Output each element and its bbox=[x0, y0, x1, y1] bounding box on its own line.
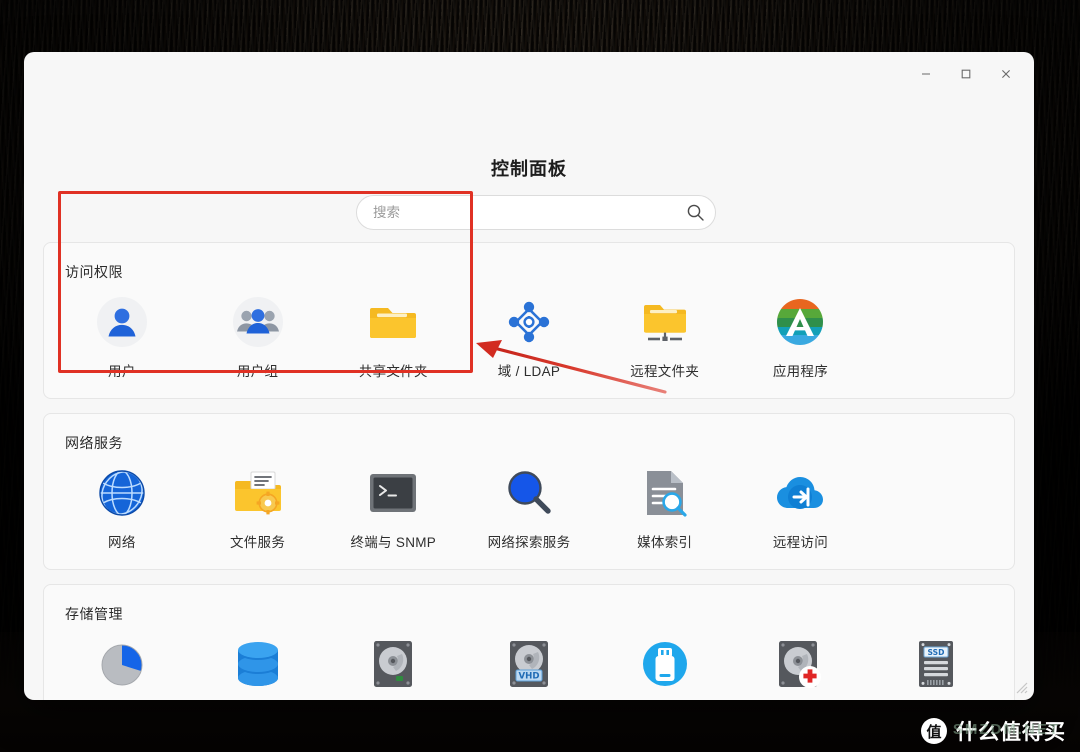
tile-volume[interactable]: 卷 bbox=[54, 631, 190, 700]
tile-hyper-cache[interactable]: SSD bbox=[868, 631, 1004, 700]
close-icon[interactable] bbox=[986, 59, 1026, 89]
tile-label: 用户 bbox=[108, 364, 136, 379]
search-bar[interactable] bbox=[356, 195, 716, 230]
tile-user-groups[interactable]: 用户组 bbox=[190, 289, 326, 382]
tile-label: 应用程序 bbox=[772, 364, 829, 379]
media-index-icon bbox=[636, 464, 694, 522]
tile-label: 终端与 SNMP bbox=[350, 535, 437, 550]
section-access-permissions: 访问权限 用户 用户组 共享文件夹 域 / LDAP 远程文件夹 应用程序 bbox=[43, 242, 1015, 399]
page-title: 控制面板 bbox=[491, 159, 567, 179]
watermark-sub: SMZDM.NET bbox=[952, 721, 1060, 738]
tile-hot-spare[interactable]: 热备盘 bbox=[733, 631, 869, 700]
network-discovery-icon bbox=[500, 464, 558, 522]
section-storage-management: 存储管理 卷 bbox=[43, 584, 1015, 700]
file-service-icon bbox=[229, 464, 287, 522]
volume-pie-icon bbox=[93, 635, 151, 693]
remote-access-cloud-icon bbox=[771, 464, 829, 522]
tile-network[interactable]: 网络 bbox=[54, 460, 190, 553]
window-controls bbox=[906, 52, 1026, 96]
tile-label: 文件服务 bbox=[229, 535, 286, 550]
section-grid: 卷 存储池 bbox=[44, 585, 1014, 700]
svg-text:SSD: SSD bbox=[928, 648, 945, 657]
search-input[interactable] bbox=[357, 196, 675, 229]
watermark-badge: 值 bbox=[921, 718, 947, 744]
section-network-services: 网络服务 网络 文件服务 终端与 SNMP 网络探索服务 媒体索引 远程访问 bbox=[43, 413, 1015, 570]
tile-empty-slot bbox=[868, 460, 1004, 553]
shared-folder-icon bbox=[364, 293, 422, 351]
control-panel-window: 控制面板 访问权限 bbox=[24, 52, 1034, 700]
tile-remote-folder[interactable]: 远程文件夹 bbox=[597, 289, 733, 382]
tile-domain-ldap[interactable]: 域 / LDAP bbox=[461, 289, 597, 382]
application-icon bbox=[771, 293, 829, 351]
storage-pool-icon bbox=[229, 635, 287, 693]
tile-label: 网络 bbox=[108, 535, 136, 550]
tile-shared-folder[interactable]: 共享文件夹 bbox=[325, 289, 461, 382]
disk-icon bbox=[364, 635, 422, 693]
tile-label: 媒体索引 bbox=[637, 535, 693, 550]
svg-text:VHD: VHD bbox=[518, 672, 539, 682]
user-group-icon bbox=[229, 293, 287, 351]
tile-disk[interactable]: 磁盘 bbox=[325, 631, 461, 700]
tile-file-services[interactable]: 文件服务 bbox=[190, 460, 326, 553]
usb-device-icon bbox=[636, 635, 694, 693]
domain-ldap-icon bbox=[500, 293, 558, 351]
section-grid: 用户 用户组 共享文件夹 域 / LDAP 远程文件夹 应用程序 bbox=[44, 243, 1014, 398]
vhd-icon: VHD bbox=[500, 635, 558, 693]
minimize-icon[interactable] bbox=[906, 59, 946, 89]
tile-remote-access[interactable]: 远程访问 bbox=[733, 460, 869, 553]
tile-storage-pool[interactable]: 存储池 bbox=[190, 631, 326, 700]
tile-label: 域 / LDAP bbox=[497, 364, 561, 379]
tile-label: 远程文件夹 bbox=[630, 364, 700, 379]
search-icon[interactable] bbox=[675, 196, 715, 229]
section-title: 访问权限 bbox=[65, 264, 123, 280]
tile-usb-device[interactable]: USB 设备 bbox=[597, 631, 733, 700]
resize-grip[interactable] bbox=[1012, 678, 1028, 694]
tile-label: 网络探索服务 bbox=[487, 535, 571, 550]
tile-empty-slot bbox=[868, 289, 1004, 382]
tile-applications[interactable]: 应用程序 bbox=[733, 289, 869, 382]
tile-label: 用户组 bbox=[236, 364, 279, 379]
sections-container: 访问权限 用户 用户组 共享文件夹 域 / LDAP 远程文件夹 应用程序 网络… bbox=[24, 242, 1034, 700]
tile-users[interactable]: 用户 bbox=[54, 289, 190, 382]
remote-folder-icon bbox=[636, 293, 694, 351]
ssd-cache-icon: SSD bbox=[907, 635, 965, 693]
tile-label: 远程访问 bbox=[772, 535, 829, 550]
user-icon bbox=[93, 293, 151, 351]
tile-virtual-disk[interactable]: VHD 虚拟磁盘 bbox=[461, 631, 597, 700]
hot-spare-icon bbox=[771, 635, 829, 693]
tile-terminal-snmp[interactable]: 终端与 SNMP bbox=[325, 460, 461, 553]
tile-label: 共享文件夹 bbox=[358, 364, 428, 379]
section-grid: 网络 文件服务 终端与 SNMP 网络探索服务 媒体索引 远程访问 bbox=[44, 414, 1014, 569]
tile-network-discovery[interactable]: 网络探索服务 bbox=[461, 460, 597, 553]
window-titlebar[interactable] bbox=[24, 52, 1034, 96]
section-title: 网络服务 bbox=[65, 435, 123, 451]
globe-network-icon bbox=[93, 464, 151, 522]
terminal-snmp-icon bbox=[364, 464, 422, 522]
tile-media-index[interactable]: 媒体索引 bbox=[597, 460, 733, 553]
section-title: 存储管理 bbox=[65, 606, 123, 622]
maximize-icon[interactable] bbox=[946, 59, 986, 89]
